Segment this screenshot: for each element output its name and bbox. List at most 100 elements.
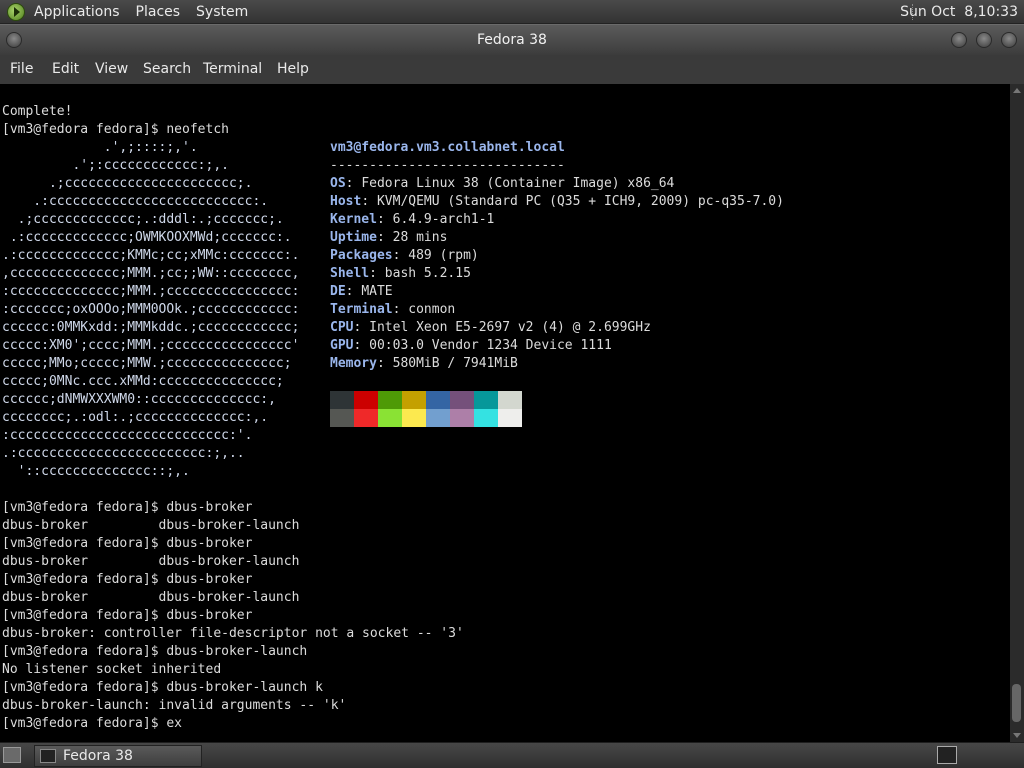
color-swatch [378,391,402,409]
neofetch-info-value: bash 5.2.15 [384,266,471,281]
applications-menu[interactable]: Applications [34,4,120,20]
workspace-switcher-icon[interactable] [937,746,957,764]
neofetch-info-value: KVM/QEMU (Standard PC (Q35 + ICH9, 2009)… [376,194,784,209]
neofetch-info-key: OS [330,176,346,191]
ascii-art-line: .:ccccccccccccc;KMMc;cc;xMMc:ccccccc:. [2,248,300,263]
taskbar-window-button[interactable]: Fedora 38 [34,745,202,767]
color-swatch [354,391,378,409]
terminal-line: dbus-broker-launch: invalid arguments --… [2,698,347,713]
scroll-up-icon[interactable] [1013,88,1021,93]
terminal-scrollbar[interactable] [1010,84,1024,742]
maximize-button[interactable] [976,32,992,48]
menu-help[interactable]: Help [277,61,309,77]
terminal-line: dbus-broker dbus-broker-launch [2,518,300,533]
terminal-line: [vm3@fedora fedora]$ dbus-broker [2,608,253,623]
neofetch-info-value: 489 (rpm) [408,248,479,263]
terminal-line: [vm3@fedora fedora]$ ex [2,716,183,731]
ascii-art-line: :ccccccc;oxOOOo;MMM0OOk.;cccccccccccc: [2,302,300,317]
places-menu[interactable]: Places [136,4,181,20]
terminal-output[interactable]: Complete! [vm3@fedora fedora]$ neofetch … [0,84,1010,742]
ascii-art-line: cccccc:0MMKxdd:;MMMkddc.;cccccccccccc; [2,320,300,335]
neofetch-info-key: CPU [330,320,354,335]
neofetch-info-separator: : [376,356,393,371]
neofetch-info-row: OS: Fedora Linux 38 (Container Image) x8… [330,175,674,193]
neofetch-info-separator: : [361,194,377,209]
neofetch-rule: ------------------------------ [330,158,565,173]
neofetch-info-value: 00:03.0 Vendor 1234 Device 1111 [369,338,612,353]
neofetch-info-row: Shell: bash 5.2.15 [330,265,471,283]
neofetch-info-row: Uptime: 28 mins [330,229,447,247]
menubar: File Edit View Search Terminal Help [0,55,1024,84]
color-swatch [474,391,498,409]
color-swatch [378,409,402,427]
close-button[interactable] [1001,32,1017,48]
neofetch-info-key: GPU [330,338,354,353]
neofetch-info-separator: : [353,320,370,335]
color-swatch [426,391,450,409]
neofetch-info-key: Packages [330,248,393,263]
neofetch-info-key: Host [330,194,362,209]
neofetch-info-row: Host: KVM/QEMU (Standard PC (Q35 + ICH9,… [330,193,784,211]
ascii-art-line: ccccc:XM0';cccc;MMM.;cccccccccccccccc' [2,338,300,353]
ascii-art-line: .';:cccccccccccc:;,. [2,158,229,173]
window-titlebar[interactable]: Fedora 38 [0,24,1024,55]
system-menu[interactable]: System [196,4,248,20]
ascii-art-line: :cccccccccccccccccccccccccccc:'. [2,428,253,443]
neofetch-info-key: Shell [330,266,370,281]
menu-view[interactable]: View [95,61,128,77]
terminal-line: [vm3@fedora fedora]$ dbus-broker-launch [2,644,308,659]
terminal-line: [vm3@fedora fedora]$ dbus-broker [2,500,253,515]
show-desktop-icon[interactable] [3,747,21,763]
mate-logo-icon[interactable] [7,3,25,21]
neofetch-info-row: CPU: Intel Xeon E5-2697 v2 (4) @ 2.699GH… [330,319,651,337]
top-panel: Applications Places System Sun Oct 8,10:… [0,0,1024,24]
bottom-panel: Fedora 38 [0,742,1024,768]
clock[interactable]: Sun Oct 8,10:33 [900,4,1018,20]
neofetch-info-value: Intel Xeon E5-2697 v2 (4) @ 2.699GHz [369,320,651,335]
ascii-art-line: ccccc;MMo;ccccc;MMW.;ccccccccccccccc; [2,356,292,371]
terminal-line: [vm3@fedora fedora]$ dbus-broker [2,536,253,551]
ascii-art-line: '::cccccccccccccc::;,. [2,464,190,479]
neofetch-info-row: Kernel: 6.4.9-arch1-1 [330,211,494,229]
menu-edit[interactable]: Edit [52,61,79,77]
neofetch-info-value: 28 mins [392,230,448,245]
menu-search[interactable]: Search [143,61,191,77]
neofetch-info-row: DE: MATE [330,283,393,301]
color-swatch [426,409,450,427]
color-swatch [330,409,354,427]
ascii-art-line: .;cccccccccccccccccccccc;. [2,176,253,191]
terminal-line: [vm3@fedora fedora]$ dbus-broker-launch … [2,680,323,695]
scroll-down-icon[interactable] [1013,733,1021,738]
ascii-art-line: .;ccccccccccccc;.:dddl:.;ccccccc;. [2,212,284,227]
scrollbar-thumb[interactable] [1012,684,1021,722]
terminal-icon [40,749,56,763]
top-panel-menu: Applications Places System [34,4,264,20]
terminal-line: [vm3@fedora fedora]$ neofetch [2,122,229,137]
neofetch-info-key: Memory [330,356,377,371]
neofetch-info-key: DE [330,284,346,299]
color-swatch [354,409,378,427]
neofetch-info-key: Kernel [330,212,377,227]
neofetch-info-separator: : [392,302,409,317]
menu-terminal[interactable]: Terminal [203,61,262,77]
menu-file[interactable]: File [10,61,33,77]
color-swatch [402,391,426,409]
neofetch-info-separator: : [376,230,393,245]
taskbar-window-label: Fedora 38 [63,748,133,764]
terminal-line: [vm3@fedora fedora]$ dbus-broker [2,572,253,587]
terminal-line: dbus-broker dbus-broker-launch [2,554,300,569]
ascii-art-line: .:cccccccccccccccccccccccccc:. [2,194,269,209]
terminal-line: Complete! [2,104,73,119]
minimize-button[interactable] [951,32,967,48]
color-swatch [330,391,354,409]
color-swatch [450,409,474,427]
neofetch-info-row: Packages: 489 (rpm) [330,247,479,265]
neofetch-userhost: vm3@fedora.vm3.collabnet.local [330,140,565,155]
neofetch-info-separator: : [345,284,362,299]
ascii-art-line: .:cccccccccccccccccccccccc:;,.. [2,446,245,461]
ascii-art-line: cccccccc;.:odl:.;cccccccccccccc:,. [2,410,269,425]
ascii-art-line: ccccc;0MNc.ccc.xMMd:ccccccccccccccc; [2,374,284,389]
neofetch-info-value: Fedora Linux 38 (Container Image) x86_64 [361,176,675,191]
color-swatch [450,391,474,409]
color-swatch [402,409,426,427]
